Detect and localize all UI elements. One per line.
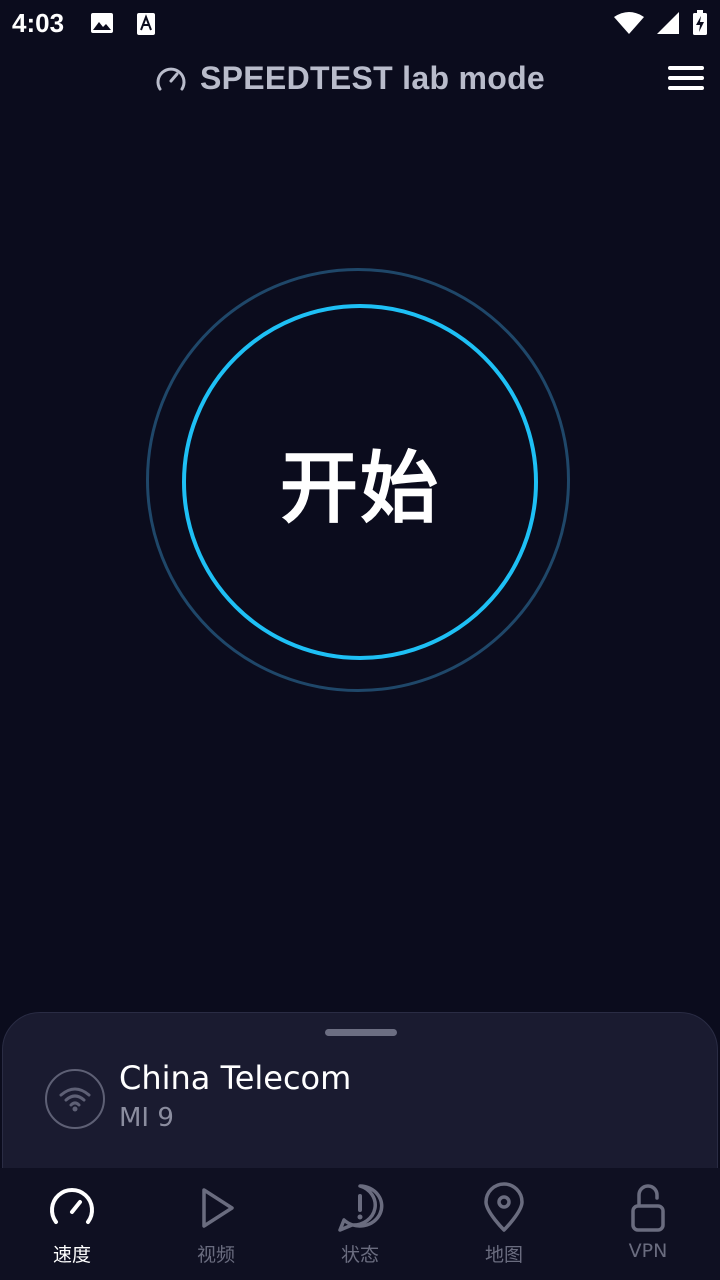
- menu-line: [668, 66, 704, 70]
- nav-label: 状态: [340, 1244, 379, 1266]
- connection-sheet[interactable]: China Telecom MI 9: [2, 1012, 718, 1182]
- status-time: 4:03: [12, 8, 65, 38]
- provider-name: China Telecom: [119, 1059, 352, 1097]
- wifi-signal-icon: [614, 12, 644, 34]
- nav-item-video[interactable]: 视频: [144, 1168, 288, 1280]
- connection-type-badge: [45, 1069, 105, 1129]
- wifi-icon: [59, 1087, 91, 1112]
- nav-item-vpn[interactable]: VPN: [576, 1168, 720, 1280]
- start-button[interactable]: 开始: [182, 304, 538, 660]
- nav-label: 视频: [196, 1244, 235, 1266]
- unlock-icon: [631, 1184, 665, 1232]
- battery-charging-icon: [693, 10, 707, 35]
- speedometer-icon: [50, 1188, 94, 1224]
- page-title: SPEEDTEST lab mode: [200, 60, 546, 96]
- map-pin-icon: [484, 1182, 524, 1232]
- sheet-drag-handle[interactable]: [325, 1029, 397, 1036]
- nav-item-speed[interactable]: 速度: [0, 1168, 144, 1280]
- menu-line: [668, 76, 704, 80]
- nav-item-status[interactable]: 状态: [288, 1168, 432, 1280]
- status-notification-icons: [90, 12, 156, 36]
- font-app-icon: [137, 13, 155, 35]
- gallery-icon: [91, 13, 113, 33]
- header-brand: SPEEDTEST lab mode: [154, 60, 545, 97]
- start-label: 开始: [279, 444, 440, 534]
- speedometer-logo-icon: [156, 67, 186, 90]
- menu-button[interactable]: [668, 66, 706, 94]
- device-name: MI 9: [119, 1103, 174, 1133]
- nav-label: 速度: [52, 1244, 91, 1266]
- play-icon: [202, 1188, 234, 1228]
- bottom-nav: 速度 视频 状态 地图 VPN: [0, 1168, 720, 1280]
- menu-line: [668, 86, 704, 90]
- status-system-icons: [614, 10, 708, 36]
- status-bar: 4:03: [0, 0, 720, 48]
- app-header: SPEEDTEST lab mode: [0, 56, 720, 106]
- cell-signal-icon: [657, 12, 679, 34]
- nav-label: 地图: [484, 1244, 523, 1266]
- alert-icon: [338, 1184, 384, 1232]
- nav-item-map[interactable]: 地图: [432, 1168, 576, 1280]
- speedtest-screen: 4:03 SPEEDTEST lab mode 开始 China Telecom…: [0, 0, 720, 1280]
- nav-label: VPN: [628, 1240, 668, 1262]
